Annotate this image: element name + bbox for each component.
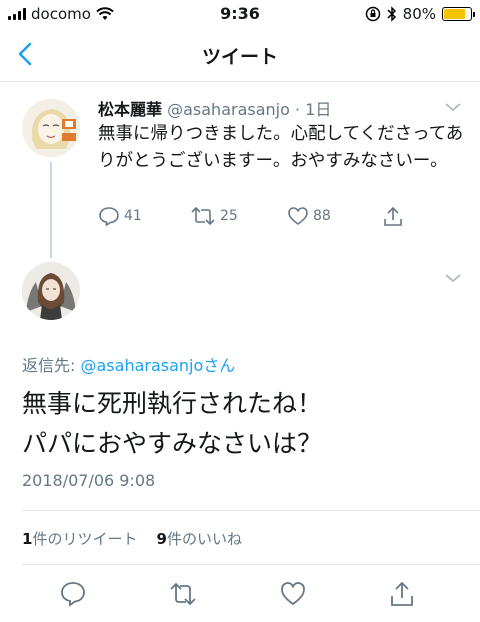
heart-icon	[281, 582, 305, 606]
page-title: ツイート	[201, 46, 278, 68]
parent-tweet-actions: 41 25 88	[98, 206, 418, 228]
like-button[interactable]	[279, 580, 307, 608]
nav-bar: ツイート	[0, 28, 480, 82]
author-name[interactable]: 松本麗華	[98, 100, 162, 119]
reply-tweet-text: 無事に死刑執行されたね！ パパにおやすみなさいは？	[22, 384, 462, 464]
reply-icon	[99, 207, 119, 226]
reply-to-label: 返信先:	[22, 356, 76, 375]
retweet-button[interactable]: 25	[190, 206, 238, 226]
tweet-stats: 1件のリツイート 9件のいいね	[22, 528, 242, 549]
tweet-timestamp: 2018/07/06 9:08	[22, 471, 156, 490]
reply-button[interactable]: 41	[98, 206, 142, 226]
chevron-down-icon[interactable]	[444, 272, 462, 284]
reply-text-line-1: 無事に死刑執行されたね！	[22, 389, 323, 418]
orientation-lock-icon	[365, 6, 380, 22]
chevron-down-icon[interactable]	[444, 101, 462, 113]
battery-fill	[444, 9, 465, 19]
reply-to-handle[interactable]: @asaharasanjo	[81, 356, 204, 375]
thread-line	[50, 162, 52, 258]
share-button[interactable]	[383, 206, 403, 228]
reply-icon	[61, 582, 85, 607]
bluetooth-icon	[387, 6, 396, 22]
reply-text-line-2: パパにおやすみなさいは？	[22, 429, 323, 458]
battery-icon	[442, 7, 475, 21]
share-button[interactable]	[388, 580, 416, 608]
retweet-icon	[170, 582, 196, 606]
avatar[interactable]	[22, 99, 80, 157]
divider	[22, 564, 480, 565]
battery-percent: 80%	[402, 5, 436, 23]
heart-icon	[288, 207, 308, 225]
share-icon	[384, 206, 402, 226]
retweet-button[interactable]	[169, 580, 197, 608]
retweet-stat[interactable]: 1件のリツイート	[22, 530, 137, 548]
reply-tweet-actions	[0, 580, 480, 610]
like-count: 88	[313, 208, 331, 224]
reply-button[interactable]	[59, 580, 87, 608]
like-button[interactable]: 88	[287, 206, 331, 226]
parent-tweet-header: 松本麗華 @asaharasanjo · 1日	[98, 96, 331, 120]
share-icon	[391, 581, 413, 606]
like-stat[interactable]: 9件のいいね	[157, 530, 242, 548]
status-bar: docomo 9:36 80%	[0, 0, 480, 28]
reply-to-line: 返信先: @asaharasanjoさん	[22, 352, 235, 376]
reply-to-suffix[interactable]: さん	[203, 356, 235, 375]
retweet-icon	[191, 206, 215, 226]
parent-tweet-text: 無事に帰りつきました。心配してくださってありがとうございますー。おやすみなさいー…	[98, 124, 464, 171]
divider	[22, 510, 480, 511]
reply-count: 41	[124, 208, 142, 224]
status-right: 80%	[365, 5, 475, 23]
retweet-count: 25	[220, 208, 238, 224]
author-handle-time: @asaharasanjo · 1日	[167, 100, 332, 119]
reply-avatar[interactable]	[22, 262, 80, 320]
